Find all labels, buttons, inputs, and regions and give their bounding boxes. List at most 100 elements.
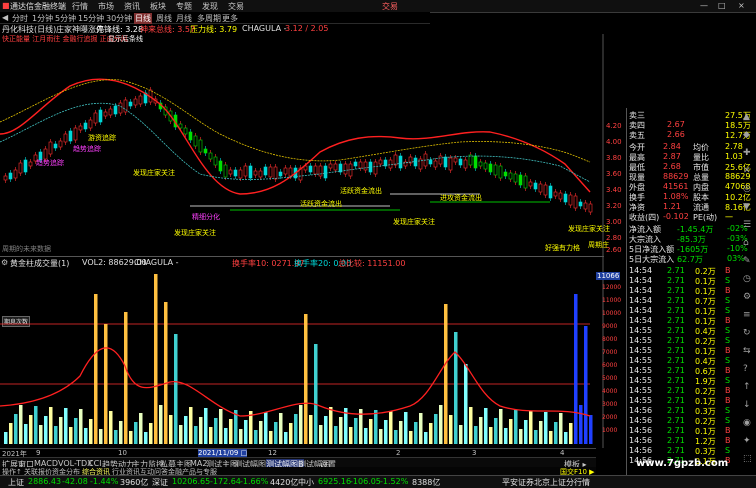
stat-value: 2.68 <box>663 162 681 171</box>
volume-tick: 5000 <box>602 375 618 382</box>
toolbar-icon[interactable]: ⚙ <box>743 292 751 302</box>
trade-account-button[interactable]: 交易 <box>382 1 398 12</box>
volume-bar <box>284 432 288 444</box>
candle-body <box>228 169 233 175</box>
menu-item-discover[interactable]: 发现 <box>202 1 218 12</box>
volume-chart[interactable] <box>0 256 604 448</box>
candle-body <box>58 140 63 148</box>
volume-bar <box>249 411 253 444</box>
tab-15min[interactable]: 15分钟 <box>78 13 104 24</box>
volume-tick: 7000 <box>602 349 618 356</box>
candle-body <box>433 160 438 168</box>
candle-body <box>378 159 383 165</box>
toolbar-icon[interactable]: ⇆ <box>743 346 751 356</box>
menu-item-topic[interactable]: 专题 <box>176 1 192 12</box>
tab-1min[interactable]: 1分钟 <box>32 13 53 24</box>
volume-tag: 11066 <box>596 272 621 280</box>
volume-bar <box>564 432 568 444</box>
toolbar-icon[interactable]: ✕ <box>743 166 751 176</box>
toolbar-icon[interactable]: ✚ <box>743 148 751 158</box>
volume-bar <box>244 420 248 444</box>
volume-bar <box>444 304 448 444</box>
volume-bar <box>114 430 118 444</box>
tab-5min[interactable]: 5分钟 <box>55 13 76 24</box>
toolbar-icon[interactable]: ◆ <box>743 130 750 140</box>
volume-bar <box>354 418 358 444</box>
price-tick: 3.40 <box>606 186 622 194</box>
candle-body <box>3 175 8 181</box>
menu-item-trade[interactable]: 交易 <box>228 1 244 12</box>
tick-side: S <box>725 446 731 455</box>
candle-body <box>558 192 563 200</box>
toolbar-icon[interactable]: ▲ <box>743 112 750 122</box>
menu-item-news[interactable]: 资讯 <box>124 1 140 12</box>
app-logo-icon: ■ <box>2 1 10 10</box>
candle-body <box>253 170 258 176</box>
tick-time: 14:54 <box>629 276 653 285</box>
tick-time: 14:55 <box>629 346 653 355</box>
close-button[interactable]: × <box>738 1 745 10</box>
toolbar-icon[interactable]: ↑ <box>743 382 751 392</box>
tick-row: 14:54 2.71 0.7万 S <box>627 296 756 306</box>
volume-bar <box>574 294 578 444</box>
volume-bar <box>159 405 163 444</box>
volume-bar <box>579 405 583 444</box>
quote-row: 收益(四) -0.102 PE(动) 一 <box>627 212 756 222</box>
candle-body <box>568 194 573 206</box>
tab-day[interactable]: 日线 <box>134 13 152 24</box>
volume-bar <box>409 431 413 444</box>
volume-bar <box>314 344 318 444</box>
volume-bar <box>199 417 203 444</box>
volume-bar <box>474 426 478 444</box>
sz-name[interactable]: 深证 <box>152 477 168 488</box>
sh-name[interactable]: 上证 <box>8 477 24 488</box>
tab-week[interactable]: 周线 <box>156 13 172 24</box>
quote-row: 最高 2.87 量比 1.03 <box>627 152 756 162</box>
tab-30min[interactable]: 30分钟 <box>106 13 132 24</box>
tick-row: 14:55 2.71 0.6万 B <box>627 366 756 376</box>
tick-time: 14:55 <box>629 376 653 385</box>
volume-bar <box>64 408 68 444</box>
toolbar-icon[interactable]: ◎ <box>743 184 751 194</box>
watermark: www.7gpzb.com <box>636 458 729 469</box>
volume-bar <box>514 410 518 444</box>
toolbar-icon[interactable]: ⬚ <box>743 454 752 464</box>
candle-body <box>193 135 198 147</box>
volume-bar <box>294 414 298 444</box>
tab-month[interactable]: 月线 <box>176 13 192 24</box>
volume-bar <box>189 407 193 444</box>
quote-panel: 卖三 27.5万 卖四 2.67 18.5万 卖五 2.66 12.7万 今开 2.84 均价 2.7… <box>626 108 756 475</box>
quote-row: 卖五 2.66 12.7万 <box>627 130 756 140</box>
toolbar-icon[interactable]: ≡ <box>743 310 751 320</box>
candle-body <box>13 169 18 179</box>
zx-name[interactable]: 中小 <box>298 477 314 488</box>
menu-item-market[interactable]: 市场 <box>98 1 114 12</box>
candle-body <box>313 165 318 175</box>
toolbar-icon[interactable]: ☰ <box>743 220 751 230</box>
toolbar-icon[interactable]: ? <box>743 364 748 374</box>
toolbar-icon[interactable]: ↓ <box>743 400 751 410</box>
menu-item-quotes[interactable]: 行情 <box>72 1 88 12</box>
back-button[interactable]: ◀ <box>2 13 8 22</box>
volume-bar <box>529 411 533 444</box>
menu-item-sector[interactable]: 板块 <box>150 1 166 12</box>
tab-more[interactable]: 更多 <box>222 13 238 24</box>
toolbar-icon[interactable]: ✦ <box>743 436 751 446</box>
volume-bar <box>219 409 223 444</box>
candle-body <box>243 165 248 177</box>
toolbar-icon[interactable]: ◷ <box>743 274 751 284</box>
toolbar-icon[interactable]: ⌂ <box>743 238 749 248</box>
candle-body <box>283 167 288 175</box>
toolbar-icon[interactable]: ✎ <box>743 256 751 266</box>
tab-multi[interactable]: 多周期 <box>197 13 221 24</box>
tab-fenshi[interactable]: 分时 <box>12 13 28 24</box>
annotation-5: 精细分化 <box>192 213 220 221</box>
candle-body <box>578 201 583 207</box>
quote-row: 现量 88629 总量 88629 <box>627 172 756 182</box>
toolbar-icon[interactable]: ▼ <box>743 202 750 212</box>
toolbar-icon[interactable]: ◉ <box>743 418 751 428</box>
maximize-button[interactable]: □ <box>718 1 726 10</box>
minimize-button[interactable]: — <box>700 1 708 10</box>
candle-body <box>583 202 588 210</box>
toolbar-icon[interactable]: ↻ <box>743 328 751 338</box>
